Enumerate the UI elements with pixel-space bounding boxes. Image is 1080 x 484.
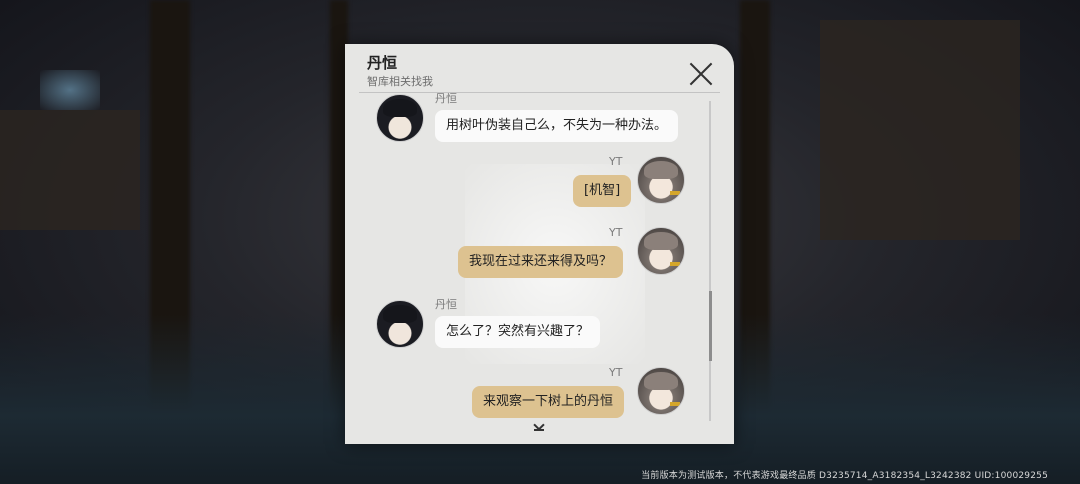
scrollbar-thumb[interactable] [708,291,712,361]
chat-header: 丹恒 智库相关找我 [345,44,734,92]
message-bubble: 我现在过来还来得及吗？ [458,246,624,278]
build-watermark: 当前版本为测试版本，不代表游戏最终品质 D3235714_A3182354_L3… [641,471,1048,481]
sender-name: YT [609,226,623,239]
message-bubble: 来观察一下树上的丹恒 [472,386,625,418]
yt-avatar[interactable] [637,227,685,275]
danheng-avatar[interactable] [376,94,424,142]
message-item: YT [机智] [345,155,734,216]
message-list[interactable]: 丹恒 用树叶伪装自己么，不失为一种办法。 YT [机智] YT 我现在过来还来得… [345,93,734,444]
message-item: YT 来观察一下树上的丹恒 [345,366,734,427]
message-item: 丹恒 怎么了？突然有兴趣了？ [345,298,734,359]
message-item: 丹恒 用树叶伪装自己么，不失为一种办法。 [345,93,734,153]
sender-name: 丹恒 [435,93,457,105]
sender-name: 丹恒 [435,298,457,311]
chat-panel: 丹恒 智库相关找我 丹恒 用树叶伪装自己么，不失为一种办法。 YT [机智] Y… [345,44,734,444]
danheng-avatar[interactable] [376,300,424,348]
contact-name: 丹恒 [367,54,398,72]
message-bubble: 怎么了？突然有兴趣了？ [435,316,601,348]
message-bubble: [机智] [573,175,632,207]
sender-name: YT [609,366,623,379]
message-scrollbar[interactable] [708,101,712,421]
background-shelf [820,20,1020,240]
scroll-down-icon[interactable] [534,421,544,431]
background-lamp [40,70,100,110]
sender-name: YT [609,155,623,168]
yt-avatar[interactable] [637,156,685,204]
message-item: YT 我现在过来还来得及吗？ [345,226,734,287]
yt-avatar[interactable] [637,367,685,415]
close-icon[interactable] [688,61,714,87]
message-bubble: 用树叶伪装自己么，不失为一种办法。 [435,110,679,142]
contact-signature: 智库相关找我 [367,75,433,88]
background-shelf [0,110,140,230]
